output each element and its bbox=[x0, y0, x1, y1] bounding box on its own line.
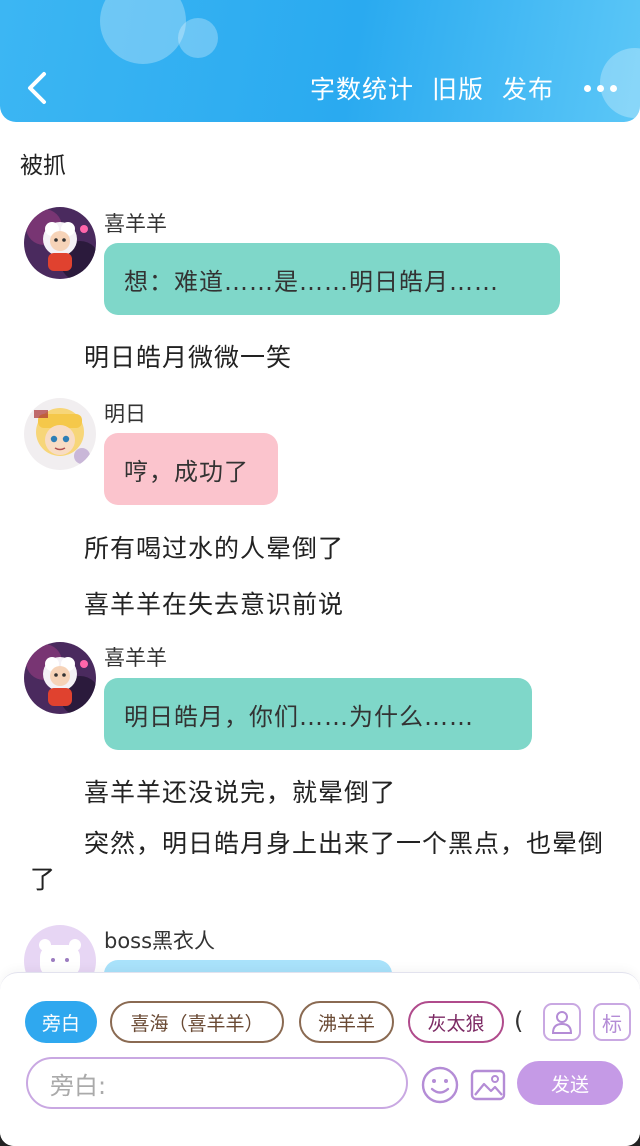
send-button[interactable]: 发送 bbox=[517, 1061, 623, 1105]
user-profile-icon[interactable] bbox=[543, 1003, 581, 1041]
narration-line[interactable]: 喜羊羊在失去意识前说 bbox=[84, 585, 344, 621]
avatar-xiyangyang[interactable] bbox=[24, 207, 96, 279]
speaker-name: 喜羊羊 bbox=[104, 212, 167, 236]
publish-button[interactable]: 发布 bbox=[502, 70, 554, 106]
speaker-name: 喜羊羊 bbox=[104, 646, 167, 670]
back-chevron-icon[interactable] bbox=[20, 66, 56, 110]
narration-line[interactable]: 所有喝过水的人晕倒了 bbox=[84, 529, 344, 565]
mark-button[interactable]: 标 bbox=[593, 1003, 631, 1041]
avatar-mingri[interactable] bbox=[24, 398, 96, 470]
top-bar: 字数统计 旧版 发布 bbox=[0, 0, 640, 122]
dialogue-bubble[interactable]: 明日皓月，你们……为什么…… bbox=[104, 678, 532, 750]
dialogue-bubble[interactable]: 想：难道……是……明日皓月…… bbox=[104, 243, 560, 315]
dialogue-bubble[interactable]: 哼，成功了 bbox=[104, 433, 278, 505]
old-version-button[interactable]: 旧版 bbox=[432, 70, 484, 106]
role-chip-partial: ( bbox=[514, 1007, 524, 1035]
story-content: 被抓 喜羊羊 想：难道……是……明日皓月…… 明日皓月微微一笑 明日 哼，成功了… bbox=[0, 122, 640, 977]
more-options-icon[interactable] bbox=[572, 66, 628, 110]
narration-line[interactable]: 突然，明日皓月身上出来了一个黑点，也晕倒了 bbox=[30, 826, 620, 898]
decor-bubble-large bbox=[100, 0, 186, 64]
header-actions: 字数统计 旧版 发布 bbox=[310, 66, 640, 110]
role-chip-narrator[interactable]: 旁白 bbox=[25, 1001, 97, 1043]
composer-panel: 旁白 喜海（喜羊羊） 沸羊羊 灰太狼 ( 标 旁白: 发送 bbox=[0, 972, 640, 1146]
story-title: 被抓 bbox=[20, 153, 66, 179]
dialogue-input[interactable]: 旁白: bbox=[26, 1057, 408, 1109]
speaker-name: 明日 bbox=[104, 402, 146, 426]
narration-line[interactable]: 喜羊羊还没说完，就晕倒了 bbox=[84, 773, 396, 809]
decor-bubble-small bbox=[178, 18, 218, 58]
speaker-name: boss黑衣人 bbox=[104, 929, 216, 953]
word-count-button[interactable]: 字数统计 bbox=[310, 70, 414, 106]
emoji-icon[interactable] bbox=[420, 1065, 460, 1105]
role-chip-huitailang[interactable]: 灰太狼 bbox=[408, 1001, 504, 1043]
avatar-boss[interactable] bbox=[24, 925, 96, 977]
role-chip-feiyangyang[interactable]: 沸羊羊 bbox=[299, 1001, 394, 1043]
avatar-xiyangyang[interactable] bbox=[24, 642, 96, 714]
editor-screen: 字数统计 旧版 发布 被抓 喜羊羊 想：难道……是……明日皓月…… 明日皓月微微… bbox=[0, 0, 640, 1146]
image-icon[interactable] bbox=[468, 1065, 508, 1105]
narration-line[interactable]: 明日皓月微微一笑 bbox=[84, 338, 292, 374]
role-chip-xihai[interactable]: 喜海（喜羊羊） bbox=[110, 1001, 284, 1043]
